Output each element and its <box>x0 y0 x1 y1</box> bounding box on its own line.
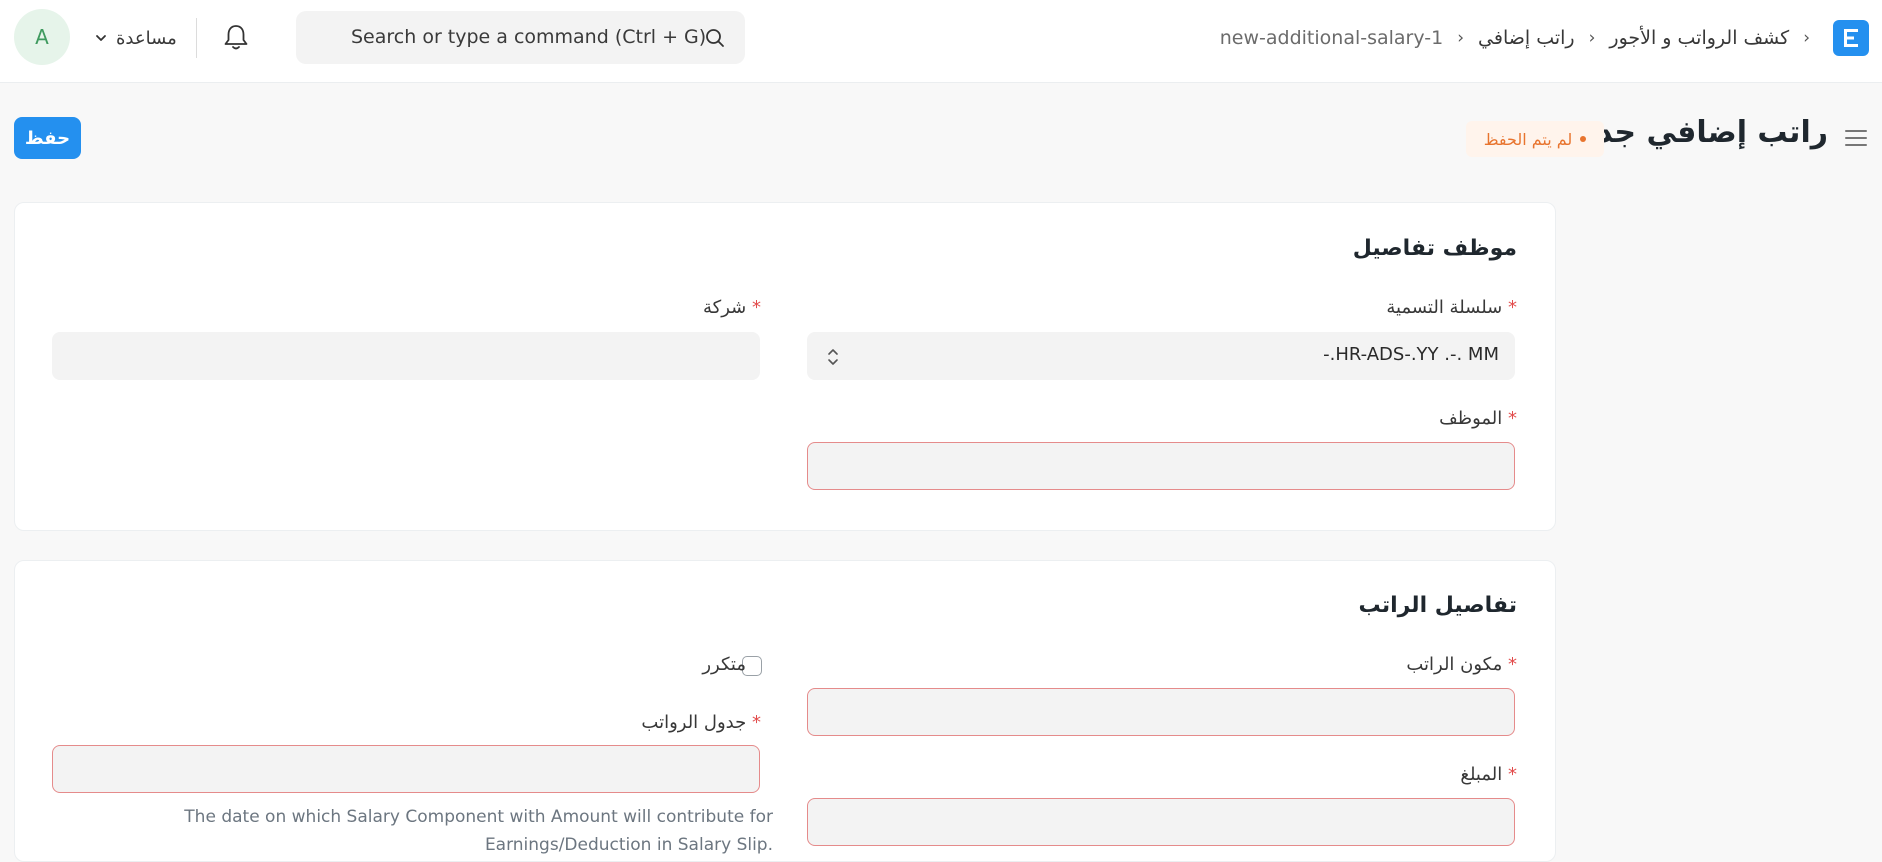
naming-series-label: سلسلة التسمية * <box>1386 297 1517 318</box>
navbar-divider <box>196 18 197 58</box>
payroll-date-label: جدول الرواتب * <box>641 712 761 733</box>
breadcrumb: › كشف الرواتب و الأجور › راتب إضافي › ne… <box>1220 20 1810 56</box>
status-text: لم يتم الحفظ <box>1483 129 1573 149</box>
breadcrumb-additional-salary[interactable]: راتب إضافي <box>1478 27 1575 49</box>
search-bar[interactable]: Search or type a command (Ctrl + G) <box>296 11 745 64</box>
employee-label-text: الموظف <box>1439 408 1503 429</box>
navbar: › كشف الرواتب و الأجور › راتب إضافي › ne… <box>0 0 1882 83</box>
avatar[interactable]: A <box>14 9 70 65</box>
help-label: مساعدة <box>116 27 177 49</box>
required-mark: * <box>1508 764 1517 785</box>
employee-field[interactable] <box>807 442 1515 490</box>
chevron-down-icon <box>96 35 106 41</box>
required-mark: * <box>1508 654 1517 675</box>
required-mark: * <box>1508 408 1517 429</box>
employee-label: الموظف * <box>1439 408 1517 429</box>
naming-series-select[interactable]: -.HR-ADS-.YY .-. MM <box>807 332 1515 380</box>
hamburger-icon[interactable] <box>1844 127 1868 149</box>
payroll-date-label-text: جدول الرواتب <box>641 712 747 733</box>
company-label-text: شركة <box>703 297 747 318</box>
select-chevron-icon <box>828 349 838 365</box>
breadcrumb-current-doc[interactable]: new-additional-salary-1 <box>1220 27 1443 49</box>
naming-series-value: -.HR-ADS-.YY .-. MM <box>1323 344 1499 365</box>
salary-component-field[interactable] <box>807 688 1515 736</box>
bell-icon[interactable] <box>222 22 250 52</box>
search-input[interactable]: Search or type a command (Ctrl + G) <box>351 26 706 48</box>
naming-series-label-text: سلسلة التسمية <box>1386 297 1503 318</box>
amount-label-text: المبلغ <box>1460 764 1503 785</box>
employee-details-section: موظف تفاصيل سلسلة التسمية * -.HR-ADS-.YY… <box>14 202 1556 531</box>
breadcrumb-payroll[interactable]: كشف الرواتب و الأجور <box>1609 27 1789 49</box>
page-title: راتب إضافي جديد <box>1568 115 1828 150</box>
payroll-date-description: The date on which Salary Component with … <box>184 807 773 855</box>
help-dropdown[interactable]: مساعدة <box>94 24 177 52</box>
payroll-date-field[interactable] <box>52 745 760 793</box>
required-mark: * <box>1508 297 1517 318</box>
section-title: تفاصيل الراتب <box>1358 593 1517 618</box>
breadcrumb-separator: › <box>1457 28 1465 48</box>
salary-component-label-text: مكون الراتب <box>1406 654 1503 675</box>
required-mark: * <box>752 297 761 318</box>
save-button[interactable]: حفظ <box>14 117 81 159</box>
salary-component-label: مكون الراتب * <box>1406 654 1517 675</box>
status-badge: لم يتم الحفظ <box>1466 121 1604 157</box>
company-label: شركة * <box>703 297 761 318</box>
breadcrumb-separator: › <box>1803 28 1810 48</box>
company-field[interactable] <box>52 332 760 380</box>
amount-label: المبلغ * <box>1460 764 1517 785</box>
section-title: موظف تفاصيل <box>1352 236 1517 261</box>
logo-icon[interactable] <box>1833 20 1869 56</box>
recurring-label: متكرر <box>702 654 746 675</box>
breadcrumb-separator: › <box>1588 28 1596 48</box>
search-icon <box>706 29 724 47</box>
salary-details-section: تفاصيل الراتب مكون الراتب * متكرر جدول ا… <box>14 560 1556 862</box>
required-mark: * <box>752 712 761 733</box>
status-dot-icon <box>1580 136 1587 142</box>
amount-field[interactable] <box>807 798 1515 846</box>
